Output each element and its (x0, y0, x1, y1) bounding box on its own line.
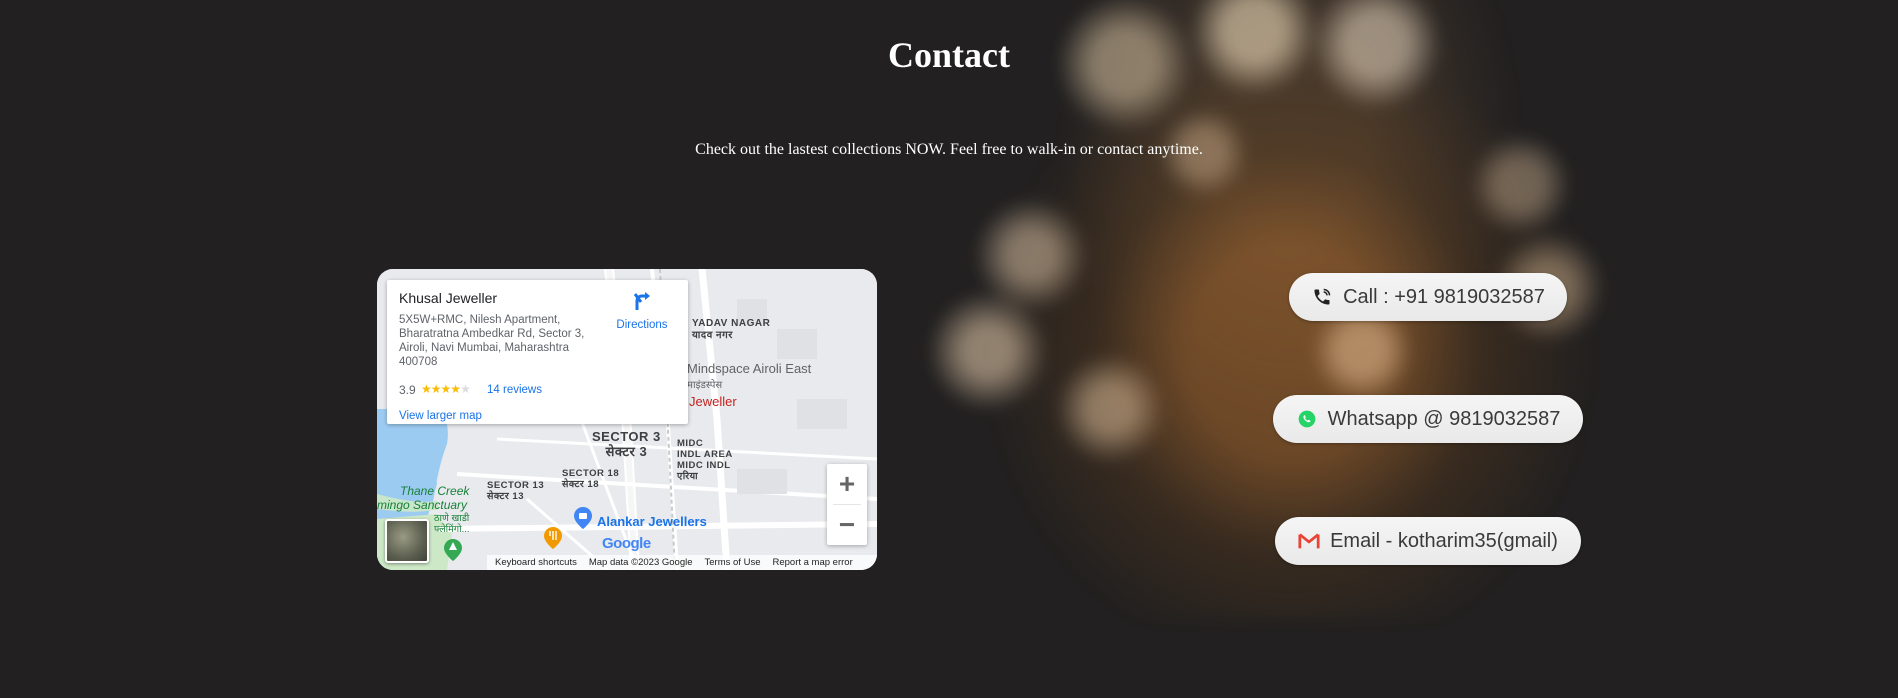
google-map-embed[interactable]: YADAV NAGAR यादव नगर Mindspace Airoli Eas… (377, 269, 877, 570)
page-subtitle: Check out the lastest collections NOW. F… (695, 141, 1203, 158)
star-icon: ★ (430, 382, 442, 396)
zoom-out-button[interactable]: − (827, 505, 867, 545)
view-larger-map-link[interactable]: View larger map (399, 410, 482, 422)
email-button[interactable]: Email - kotharim35(gmail) (1275, 517, 1581, 565)
place-name: Khusal Jeweller (399, 290, 498, 306)
keyboard-shortcuts-link[interactable]: Keyboard shortcuts (495, 555, 577, 570)
zoom-control: + − (827, 464, 867, 545)
directions-button[interactable]: Directions (607, 290, 677, 331)
terms-link[interactable]: Terms of Use (705, 555, 761, 570)
star-icon: ★ (421, 382, 432, 396)
rating-stars: ★★★★★ (421, 382, 471, 396)
map-label-sanctuary: mingo Sanctuary (377, 498, 468, 512)
google-logo-text: Google (602, 535, 651, 552)
whatsapp-icon (1296, 408, 1318, 430)
whatsapp-label: Whatsapp @ 9819032587 (1327, 407, 1561, 430)
park-pin-icon[interactable] (444, 539, 462, 561)
map-label-thane-creek: Thane Creek (400, 484, 470, 498)
gmail-icon (1298, 530, 1320, 552)
reviews-link[interactable]: 14 reviews (487, 384, 542, 396)
alankar-pin-icon[interactable] (574, 507, 592, 529)
place-address: 5X5W+RMC, Nilesh Apartment, Bharatratna … (399, 314, 585, 368)
map-label-alankar[interactable]: Alankar Jewellers (597, 514, 707, 530)
star-empty-icon: ★ (460, 382, 471, 396)
satellite-toggle-thumbnail[interactable] (385, 519, 429, 563)
report-error-link[interactable]: Report a map error (772, 555, 852, 570)
page-title: Contact (888, 35, 1010, 75)
google-logo: Google (602, 535, 651, 552)
whatsapp-button[interactable]: Whatsapp @ 9819032587 (1273, 395, 1583, 443)
place-info-card: Khusal Jeweller 5X5W+RMC, Nilesh Apartme… (387, 280, 688, 424)
phone-icon (1311, 286, 1333, 308)
map-label-sanctuary-local: ठाणे खाडी फ्लेमिंगो... (434, 513, 470, 535)
star-icon: ★ (450, 382, 461, 396)
call-label: Call : +91 9819032587 (1343, 285, 1545, 308)
map-label-yadav-nagar: YADAV NAGAR यादव नगर (692, 318, 771, 341)
map-label-sector-18: SECTOR 18 सेक्टर 18 (562, 468, 620, 490)
directions-icon (633, 292, 650, 310)
map-label-sector-13: SECTOR 13 सेक्टर 13 (487, 480, 545, 502)
zoom-in-button[interactable]: + (827, 464, 867, 504)
call-button[interactable]: Call : +91 9819032587 (1289, 273, 1567, 321)
map-label-mindspace: Mindspace Airoli East माइंडस्पेस (687, 361, 812, 391)
map-attribution-bar: Keyboard shortcuts Map data ©2023 Google… (487, 555, 877, 570)
map-label-sector-3: SECTOR 3 सेक्टर 3 (592, 429, 661, 459)
map-data-text: Map data ©2023 Google (588, 557, 693, 568)
star-icon: ★ (440, 382, 452, 396)
directions-label: Directions (616, 319, 668, 331)
map-label-midc: MIDC INDL AREA MIDC INDL एरिया (677, 438, 733, 482)
rating-value: 3.9 (399, 383, 416, 397)
restaurant-pin-icon[interactable] (544, 527, 562, 549)
email-label: Email - kotharim35(gmail) (1330, 529, 1558, 552)
map-label-jeweller: Jeweller (689, 394, 737, 409)
